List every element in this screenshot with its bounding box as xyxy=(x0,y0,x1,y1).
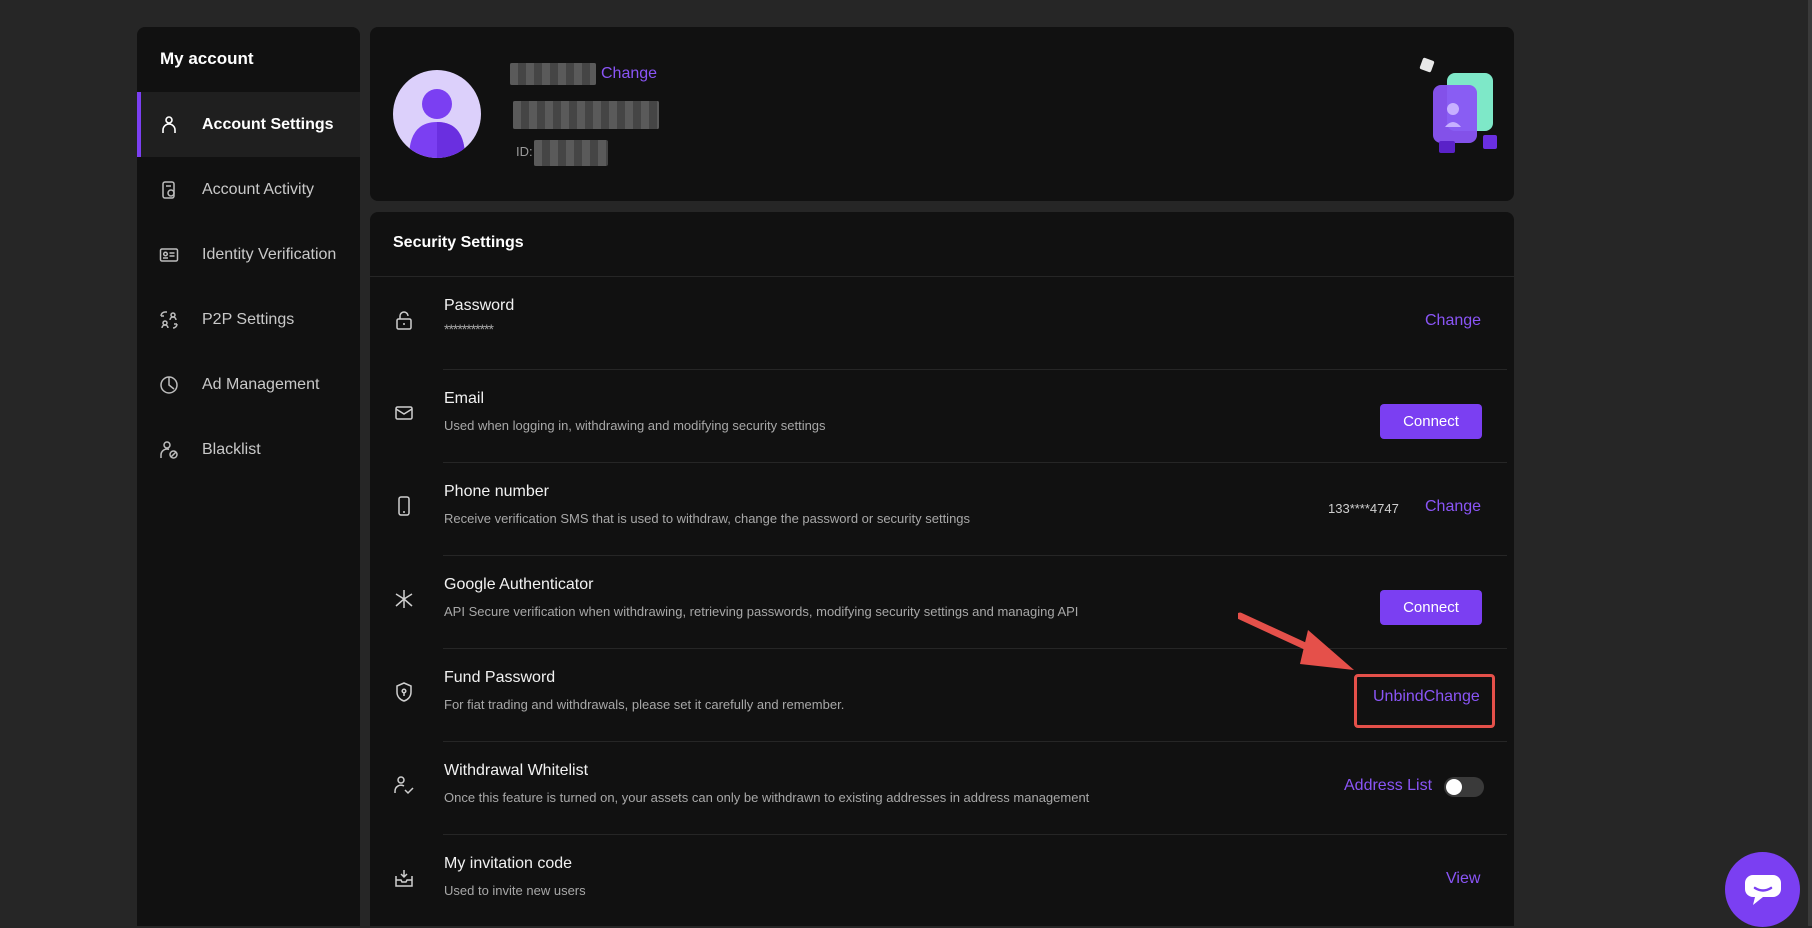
sidebar-item-blacklist[interactable]: Blacklist xyxy=(137,417,360,482)
address-list-link[interactable]: Address List xyxy=(1344,777,1432,795)
sidebar-item-p2p-settings[interactable]: P2P Settings xyxy=(137,287,360,352)
redacted-account-info xyxy=(513,101,659,129)
chat-support-button[interactable] xyxy=(1725,852,1800,927)
unbind-change-fund-password-link[interactable]: UnbindChange xyxy=(1373,688,1480,706)
security-row-password: Password *********** Change xyxy=(370,277,1507,370)
annotation-arrow-icon xyxy=(1238,612,1354,670)
toggle-knob xyxy=(1446,779,1462,795)
redacted-user-id xyxy=(534,140,608,166)
masked-phone-number: 133****4747 xyxy=(1328,501,1399,516)
row-title: Password xyxy=(444,297,515,314)
row-title: Phone number xyxy=(444,483,549,500)
lock-icon xyxy=(393,309,415,331)
authenticator-icon xyxy=(393,588,415,610)
security-illustration-icon xyxy=(1419,57,1497,153)
security-settings-panel: Security Settings Password *********** C… xyxy=(370,212,1514,926)
password-masked: *********** xyxy=(444,321,494,337)
row-description: For fiat trading and withdrawals, please… xyxy=(444,697,845,712)
mail-icon xyxy=(393,402,415,424)
whitelist-toggle[interactable] xyxy=(1444,777,1484,797)
id-card-icon xyxy=(159,245,179,265)
user-id-label: ID: xyxy=(516,144,533,159)
shield-icon xyxy=(393,681,415,703)
sidebar-item-label: P2P Settings xyxy=(202,310,295,328)
sidebar-item-identity-verification[interactable]: Identity Verification xyxy=(137,222,360,287)
security-settings-title: Security Settings xyxy=(393,234,524,251)
p2p-icon xyxy=(159,310,179,330)
sidebar-item-account-settings[interactable]: Account Settings xyxy=(137,92,360,157)
sidebar-item-account-activity[interactable]: Account Activity xyxy=(137,157,360,222)
avatar-user-icon xyxy=(409,89,465,158)
user-icon xyxy=(159,115,179,135)
change-phone-link[interactable]: Change xyxy=(1425,498,1481,516)
row-description: Used when logging in, withdrawing and mo… xyxy=(444,418,826,433)
sidebar-item-label: Ad Management xyxy=(202,375,320,393)
window-edge xyxy=(1808,0,1812,926)
security-row-email: Email Used when logging in, withdrawing … xyxy=(370,370,1507,463)
row-title: Google Authenticator xyxy=(444,576,594,593)
activity-icon xyxy=(159,180,179,200)
row-title: My invitation code xyxy=(444,855,573,872)
row-description: Once this feature is turned on, your ass… xyxy=(444,790,1090,805)
blacklist-icon xyxy=(159,440,179,460)
change-password-link[interactable]: Change xyxy=(1425,312,1481,330)
row-description: API Secure verification when withdrawing… xyxy=(444,604,1079,619)
sidebar-item-ad-management[interactable]: Ad Management xyxy=(137,352,360,417)
view-invitation-link[interactable]: View xyxy=(1446,870,1480,888)
sidebar: My account Account Settings Account Acti… xyxy=(137,27,360,926)
profile-card: Change ID: xyxy=(370,27,1514,201)
phone-icon xyxy=(393,495,415,517)
sidebar-item-label: Identity Verification xyxy=(202,245,337,263)
sidebar-item-label: Blacklist xyxy=(202,440,261,458)
avatar[interactable] xyxy=(393,70,481,158)
redacted-username xyxy=(510,63,596,85)
connect-authenticator-button[interactable]: Connect xyxy=(1380,590,1482,625)
row-description: Receive verification SMS that is used to… xyxy=(444,511,971,526)
row-title: Fund Password xyxy=(444,669,556,686)
security-row-phone: Phone number Receive verification SMS th… xyxy=(370,463,1507,556)
sidebar-title: My account xyxy=(160,49,254,68)
row-title: Email xyxy=(444,390,485,407)
inbox-icon xyxy=(393,867,415,889)
sidebar-item-label: Account Activity xyxy=(202,180,315,198)
security-row-withdrawal-whitelist: Withdrawal Whitelist Once this feature i… xyxy=(370,742,1507,835)
change-username-link[interactable]: Change xyxy=(601,65,657,83)
clock-icon xyxy=(159,375,179,395)
row-description: Used to invite new users xyxy=(444,883,586,898)
row-title: Withdrawal Whitelist xyxy=(444,762,589,779)
sidebar-nav: Account Settings Account Activity Identi… xyxy=(137,92,360,482)
chat-bubble-icon xyxy=(1744,874,1781,905)
user-check-icon xyxy=(393,774,415,796)
connect-email-button[interactable]: Connect xyxy=(1380,404,1482,439)
security-row-invitation-code: My invitation code Used to invite new us… xyxy=(370,835,1507,928)
sidebar-item-label: Account Settings xyxy=(202,115,334,133)
